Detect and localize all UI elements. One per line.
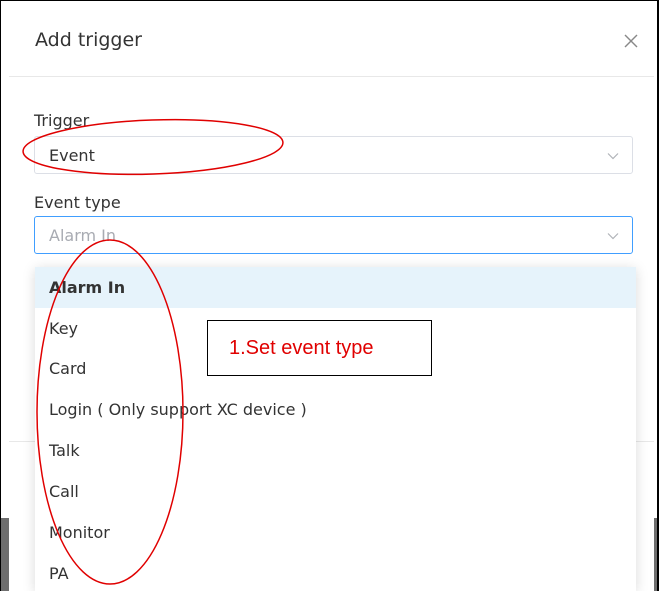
option-alarm-in[interactable]: Alarm In (35, 267, 636, 308)
option-login[interactable]: Login ( Only support XC device ) (35, 389, 636, 430)
trigger-select[interactable]: Event (34, 136, 633, 174)
dialog-header: Add trigger (9, 1, 654, 77)
chevron-down-icon (607, 153, 619, 160)
trigger-label: Trigger (34, 111, 90, 130)
option-talk[interactable]: Talk (35, 430, 636, 471)
annotation-text: 1.Set event type (229, 337, 374, 359)
option-monitor[interactable]: Monitor (35, 512, 636, 553)
close-icon[interactable] (619, 29, 643, 53)
screenshot-border-top (0, 0, 659, 1)
dialog-title: Add trigger (35, 29, 142, 51)
trigger-select-value: Event (49, 146, 95, 165)
option-pa[interactable]: PA (35, 553, 636, 591)
event-type-select-placeholder: Alarm In (49, 226, 117, 245)
event-type-dropdown: Alarm In Key Card Login ( Only support X… (35, 267, 636, 591)
annotation-callout: 1.Set event type (207, 320, 432, 376)
screenshot-border-left (0, 0, 1, 591)
option-call[interactable]: Call (35, 471, 636, 512)
chevron-down-icon (607, 233, 619, 240)
event-type-select[interactable]: Alarm In (34, 216, 633, 254)
event-type-label: Event type (34, 193, 121, 212)
